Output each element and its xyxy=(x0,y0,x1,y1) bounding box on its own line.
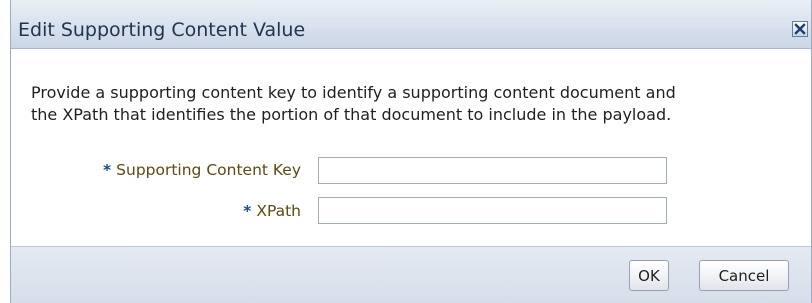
dialog-title: Edit Supporting Content Value xyxy=(18,19,306,41)
supporting-content-key-input[interactable] xyxy=(318,157,667,184)
dialog-instructions: Provide a supporting content key to iden… xyxy=(31,82,811,126)
supporting-content-key-label: * Supporting Content Key xyxy=(11,155,301,187)
required-marker: * xyxy=(243,202,252,220)
close-icon[interactable] xyxy=(792,21,808,37)
xpath-label: * XPath xyxy=(11,196,301,228)
dialog-footer: OK Cancel xyxy=(11,246,811,303)
cancel-button[interactable]: Cancel xyxy=(699,260,789,291)
xpath-label-text: XPath xyxy=(256,202,301,220)
required-marker: * xyxy=(103,161,112,179)
edit-supporting-content-dialog: Edit Supporting Content Value Provide a … xyxy=(10,0,812,303)
dialog-titlebar: Edit Supporting Content Value xyxy=(11,0,811,49)
ok-button[interactable]: OK xyxy=(629,260,669,291)
xpath-input[interactable] xyxy=(318,197,667,224)
supporting-content-key-label-text: Supporting Content Key xyxy=(116,161,301,179)
instructions-line-1: Provide a supporting content key to iden… xyxy=(31,83,676,102)
instructions-line-2: the XPath that identifies the portion of… xyxy=(31,105,672,124)
